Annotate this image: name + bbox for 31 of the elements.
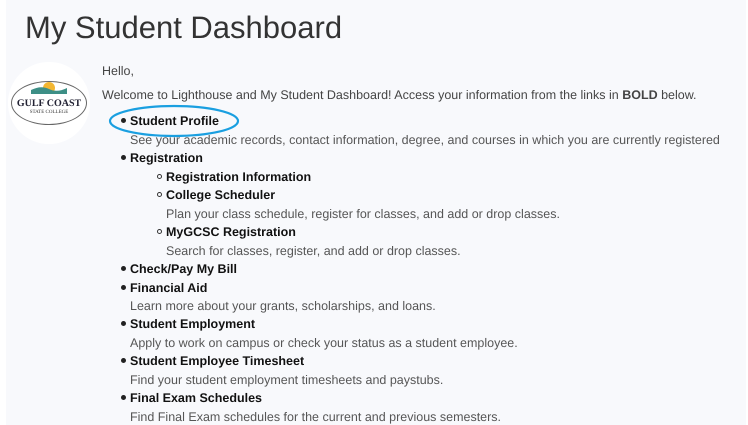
link-description: Find Final Exam schedules for the current and previous semesters. [130, 408, 502, 425]
greeting-text: Hello, [102, 63, 135, 80]
bullet-icon [120, 118, 126, 123]
dashboard-link[interactable]: Student Employment [130, 317, 256, 332]
bullet-icon [120, 154, 126, 160]
link-description: See your academic records, contact information, degree, and courses in which you are currently registered [130, 132, 720, 149]
intro-text: Welcome to Lighthouse and My Student Dashboard! Access your information from the links in BOLD below. [102, 87, 698, 104]
bullet-icon [156, 229, 162, 234]
dashboard-link[interactable]: Check/Pay My Bill [130, 262, 237, 276]
sun-wave-icon [29, 80, 69, 94]
logo-text: GULF COAST [16, 98, 82, 108]
bullet-icon [120, 284, 126, 290]
bullet-icon [156, 192, 162, 198]
dashboard-link[interactable]: Final Exam Schedules [130, 390, 262, 405]
dashboard-link[interactable]: MyGCSC Registration [166, 225, 296, 239]
link-description: Apply to work on campus or check your status as a student employee. [130, 335, 518, 352]
bullet-icon [120, 266, 126, 271]
dashboard-link[interactable]: Financial Aid [130, 280, 208, 294]
bullet-icon [156, 174, 162, 178]
dashboard-link[interactable]: College Scheduler [166, 188, 276, 202]
link-description: Learn more about your grants, scholarships, and loans. [130, 298, 436, 316]
bullet-icon [120, 321, 126, 326]
link-description: Plan your class schedule, register for classes, and add or drop classes. [166, 206, 560, 223]
dashboard-link[interactable]: Registration [130, 150, 203, 165]
dashboard-link[interactable]: Student Employee Timesheet [130, 354, 304, 368]
link-description: Search for classes, register, and add or drop classes. [166, 242, 461, 260]
dashboard-link[interactable]: Registration Information [166, 170, 312, 184]
page-title: My Student Dashboard [24, 9, 344, 47]
bullet-icon [120, 394, 126, 400]
link-description: Find your student employment timesheets and paystubs. [130, 372, 444, 389]
bullet-icon [120, 358, 126, 363]
